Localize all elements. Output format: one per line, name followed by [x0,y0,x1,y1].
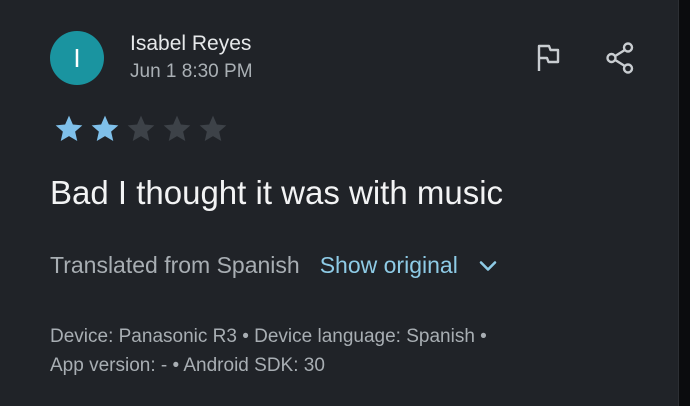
star-icon [199,115,227,141]
avatar: I [50,31,104,85]
review-card: I Isabel Reyes Jun 1 8:30 PM Bad I thoug… [0,0,679,406]
translated-label: Translated from Spanish [50,252,300,278]
device-info: Device: Panasonic R3 • Device language: … [50,322,487,380]
review-date: Jun 1 8:30 PM [130,61,253,82]
share-button[interactable] [602,40,638,76]
device-info-line: Device: Panasonic R3 • Device language: … [50,326,487,347]
star-icon [127,115,155,141]
app-info-line: App version: - • Android SDK: 30 [50,355,325,376]
star-icon [91,115,119,141]
star-icon [55,115,83,141]
star-rating [52,113,230,145]
translation-row: Translated from Spanish Show original [50,252,500,279]
review-author: Isabel Reyes [130,32,252,55]
share-icon [606,42,634,74]
star-icon [163,115,191,141]
review-text: Bad I thought it was with music [50,174,504,211]
flag-icon [537,44,560,71]
chevron-down-icon[interactable] [476,254,500,278]
avatar-letter: I [73,42,81,73]
flag-button[interactable] [530,40,566,76]
show-original-link[interactable]: Show original [320,252,458,279]
